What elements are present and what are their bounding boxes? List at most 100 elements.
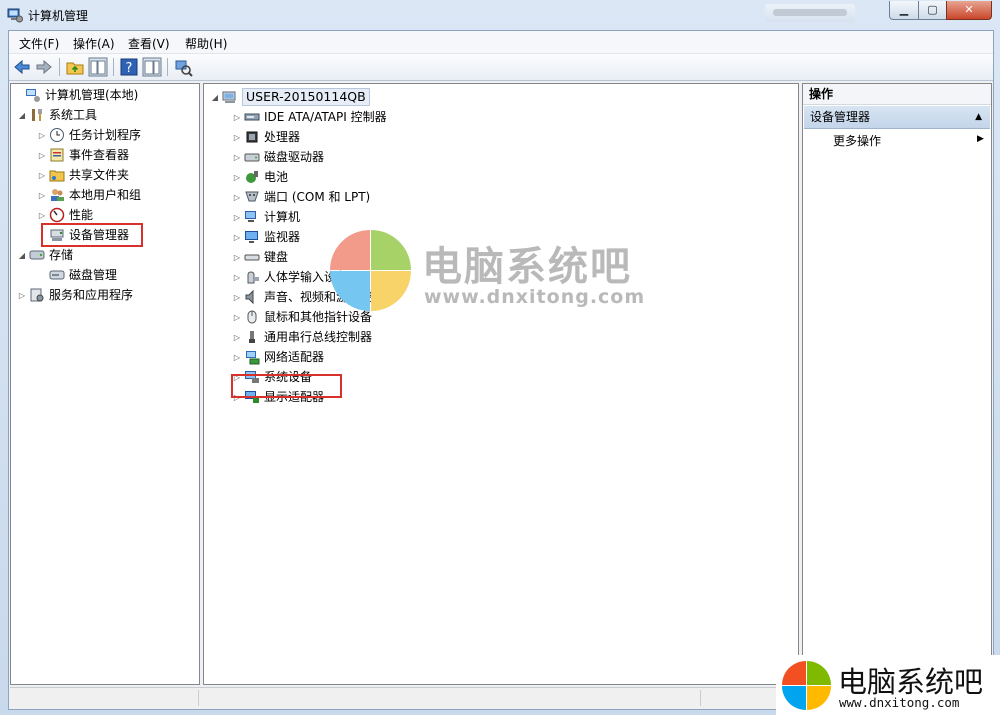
- device-category-item[interactable]: ▷ 网络适配器: [232, 348, 324, 366]
- console-tree-item[interactable]: ▷ 共享文件夹: [37, 166, 129, 184]
- console-tree-item[interactable]: ▷ 本地用户和组: [37, 186, 141, 204]
- expand-arrow-icon[interactable]: ▷: [232, 352, 242, 362]
- console-tree-item[interactable]: ▷ 任务计划程序: [37, 126, 141, 144]
- console-tree-label: 本地用户和组: [69, 188, 142, 202]
- toolbar-separator: [167, 58, 168, 76]
- expand-arrow-icon[interactable]: ▷: [37, 130, 47, 140]
- actions-pane: 操作 设备管理器 ▲ 更多操作 ▶: [802, 83, 992, 685]
- expand-arrow-icon[interactable]: ▷: [17, 290, 27, 300]
- window-client-area: 文件(F) 操作(A) 查看(V) 帮助(H) ? 计算机管理(本地) ◢ 系统…: [8, 30, 994, 710]
- menu-help[interactable]: 帮助(H): [185, 35, 227, 52]
- device-category-item[interactable]: ▷ 磁盘驱动器: [232, 148, 324, 166]
- forward-arrow-icon[interactable]: [34, 57, 54, 77]
- collapse-up-icon[interactable]: ▲: [969, 106, 982, 128]
- actions-header: 操作: [803, 84, 991, 105]
- console-tree-item[interactable]: ▷ 性能: [37, 206, 93, 224]
- expand-arrow-icon[interactable]: ▷: [232, 312, 242, 322]
- shared-folder-icon: [49, 170, 65, 182]
- expand-arrow-icon[interactable]: ▷: [232, 132, 242, 142]
- console-tree-item[interactable]: 磁盘管理: [37, 266, 117, 284]
- expand-arrow-icon[interactable]: ▷: [232, 192, 242, 202]
- close-button[interactable]: ✕: [946, 1, 992, 20]
- device-category-item[interactable]: ▷ 处理器: [232, 128, 300, 146]
- console-tree-item[interactable]: ▷ 服务和应用程序: [17, 286, 133, 304]
- device-tree-root[interactable]: ◢ USER-20150114QB: [210, 88, 370, 106]
- expand-arrow-icon[interactable]: ▷: [232, 212, 242, 222]
- tools-icon: [32, 109, 42, 121]
- device-category-label: 监视器: [264, 230, 301, 244]
- expand-arrow-icon[interactable]: ▷: [232, 272, 242, 282]
- console-tree-label: 存储: [49, 248, 74, 262]
- collapse-arrow-icon[interactable]: ◢: [17, 110, 27, 120]
- processor-icon: [246, 131, 258, 143]
- minimize-button[interactable]: ▁: [889, 1, 919, 20]
- expand-arrow-icon[interactable]: ▷: [232, 232, 242, 242]
- show-hide-action-pane-icon[interactable]: [142, 57, 162, 77]
- expand-arrow-icon[interactable]: ▷: [232, 112, 242, 122]
- console-tree-item[interactable]: ◢ 系统工具: [17, 106, 97, 124]
- status-segment: [200, 690, 701, 706]
- window-title: 计算机管理: [28, 9, 89, 23]
- device-category-item[interactable]: ▷ 通用串行总线控制器: [232, 328, 372, 346]
- console-tree-item[interactable]: ▷ 事件查看器: [37, 146, 129, 164]
- services-icon: [30, 288, 44, 302]
- device-category-label: 通用串行总线控制器: [264, 330, 373, 344]
- device-category-item[interactable]: ▷ 端口 (COM 和 LPT): [232, 188, 370, 206]
- expand-arrow-icon[interactable]: ▷: [37, 190, 47, 200]
- device-category-item[interactable]: ▷ 计算机: [232, 208, 300, 226]
- expand-arrow-icon[interactable]: ▷: [232, 152, 242, 162]
- expand-arrow-icon[interactable]: ▷: [37, 150, 47, 160]
- watermark-url: www.dnxitong.com: [424, 286, 646, 308]
- performance-icon: [49, 207, 65, 223]
- device-category-item[interactable]: ▷ 键盘: [232, 248, 288, 266]
- storage-icon: [29, 250, 45, 260]
- scan-hardware-icon[interactable]: [173, 57, 193, 77]
- no-expander: [37, 270, 47, 280]
- device-category-item[interactable]: ▷ 人体学输入设备: [232, 268, 348, 286]
- expand-arrow-icon[interactable]: ▷: [232, 332, 242, 342]
- computer-management-window: 计算机管理 ▁ ▢ ✕ 文件(F) 操作(A) 查看(V) 帮助(H) ? 计算…: [0, 0, 1000, 715]
- keyboard-icon: [244, 254, 260, 261]
- expand-arrow-icon[interactable]: ▷: [232, 172, 242, 182]
- help-icon[interactable]: ?: [119, 57, 139, 77]
- expand-arrow-icon[interactable]: ▷: [37, 210, 47, 220]
- menu-view[interactable]: 查看(V): [128, 35, 170, 52]
- title-bar[interactable]: 计算机管理 ▁ ▢ ✕: [0, 0, 1000, 30]
- device-tree-pane[interactable]: ◢ USER-20150114QB ▷ IDE ATA/ATAPI 控制器 ▷ 处理器…: [203, 83, 799, 685]
- console-tree-item[interactable]: 计算机管理(本地): [13, 86, 138, 104]
- expand-arrow-icon[interactable]: ▷: [37, 170, 47, 180]
- back-arrow-icon[interactable]: [12, 57, 32, 77]
- device-category-item[interactable]: ▷ 电池: [232, 168, 288, 186]
- device-category-item[interactable]: ▷ 监视器: [232, 228, 300, 246]
- sound-icon: [245, 289, 254, 305]
- hid-icon: [247, 271, 259, 284]
- device-category-item[interactable]: ▷ 鼠标和其他指针设备: [232, 308, 372, 326]
- menu-bar: 文件(F) 操作(A) 查看(V) 帮助(H): [9, 31, 993, 54]
- actions-group-device-manager[interactable]: 设备管理器 ▲: [804, 106, 990, 129]
- menu-action[interactable]: 操作(A): [73, 35, 115, 52]
- console-tree-pane[interactable]: 计算机管理(本地) ◢ 系统工具 ▷ 任务计划程序 ▷ 事件查看器 ▷ 共享文件夹 ▷ 本地用户和组…: [10, 83, 200, 685]
- console-tree-label: 系统工具: [49, 108, 98, 122]
- actions-group-label: 设备管理器: [810, 110, 871, 124]
- device-category-item[interactable]: ▷ IDE ATA/ATAPI 控制器: [232, 108, 387, 126]
- show-hide-console-tree-icon[interactable]: [88, 57, 108, 77]
- up-folder-icon[interactable]: [65, 57, 85, 77]
- expand-arrow-icon[interactable]: ▷: [232, 252, 242, 262]
- watermark-logo-green: [371, 230, 411, 270]
- device-category-label: 处理器: [264, 130, 301, 144]
- svg-text:?: ?: [126, 61, 133, 76]
- console-tree-item[interactable]: ◢ 存储: [17, 246, 73, 264]
- expand-arrow-icon[interactable]: ▷: [232, 292, 242, 302]
- more-actions-item[interactable]: 更多操作: [833, 132, 881, 149]
- console-tree-label: 事件查看器: [69, 148, 130, 162]
- maximize-button[interactable]: ▢: [918, 1, 947, 20]
- console-tree-label: 服务和应用程序: [49, 288, 134, 302]
- device-category-item[interactable]: ▷ 声音、视频和游戏控制器: [232, 288, 396, 306]
- ide-controller-icon: [244, 113, 260, 121]
- collapse-arrow-icon[interactable]: ◢: [210, 92, 220, 102]
- menu-file[interactable]: 文件(F): [19, 35, 59, 52]
- toolbar: ?: [9, 54, 993, 81]
- computer-management-icon: [26, 89, 40, 102]
- network-adapter-highlight-box: [231, 374, 342, 398]
- collapse-arrow-icon[interactable]: ◢: [17, 250, 27, 260]
